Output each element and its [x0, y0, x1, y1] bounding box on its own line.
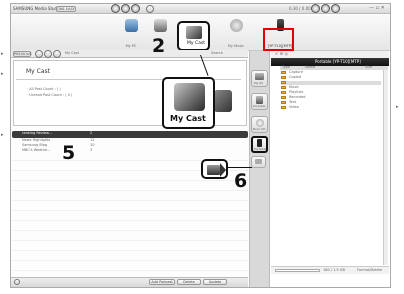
app-title: SAMSUNG Media Studio [13, 6, 61, 11]
transfer-icon [255, 159, 262, 164]
device-tab-highlight [263, 28, 294, 51]
device-title: Portable [YP-T10][MTP] [315, 59, 361, 64]
bottom-bar: Add Podcast Delete Update [11, 277, 248, 287]
sync-icon[interactable] [121, 4, 130, 13]
import-icon[interactable] [131, 4, 140, 13]
list-divider [12, 240, 248, 241]
folder-icon [281, 81, 286, 84]
unread-post-count: · Unread Post Count : ( 0 ) [27, 93, 73, 97]
list-divider [12, 270, 248, 271]
portable-icon [256, 96, 263, 104]
folder-row[interactable]: Video [281, 105, 381, 110]
list-divider [12, 190, 248, 191]
margin-mark: ▸ [1, 71, 4, 77]
side-item-burn-cd[interactable]: Burn CD [251, 116, 268, 133]
transfer-button[interactable] [251, 156, 266, 168]
tab-my-pc[interactable]: My PC [121, 19, 141, 49]
back-button[interactable]: PREVIOUS [13, 51, 32, 57]
my-cast-header: My Cast [26, 68, 50, 75]
margin-mark: ▸ [1, 132, 4, 138]
capacity-meter [275, 269, 320, 272]
minimize-list-icon[interactable] [14, 279, 20, 285]
cast-folder-large-icon [174, 83, 205, 111]
tab-my-album[interactable] [151, 19, 169, 32]
folder-icon [281, 106, 286, 109]
step-number-2: 2 [152, 35, 166, 57]
cd-icon [255, 119, 264, 127]
my-cast-callout-label: My Cast [170, 114, 206, 123]
music-icon [229, 19, 243, 32]
folder-icon [281, 86, 286, 89]
step-number-5: 5 [62, 142, 76, 164]
side-item-portable[interactable]: Portable [251, 93, 268, 110]
all-post-count: · All Post Count : ( ) [27, 87, 61, 91]
folder-icon [281, 71, 286, 74]
device-pill[interactable]: ONE EASY [56, 6, 76, 12]
step-number-6: 6 [234, 170, 248, 192]
folder-row[interactable]: Recorded [281, 95, 381, 100]
side-item-device[interactable]: Portable [251, 136, 268, 153]
feed-row-selected[interactable]: ranking Review... 2 [12, 131, 248, 138]
folder-icon [281, 101, 286, 104]
my-cast-callout: My Cast [162, 77, 215, 129]
device-meter: 0.30 / 0.00 [289, 6, 311, 11]
next-icon[interactable] [44, 50, 52, 58]
previous-icon[interactable] [35, 50, 43, 58]
margin-mark: ▸ [1, 51, 4, 57]
cast-icon [185, 26, 202, 39]
pc-icon [255, 73, 264, 80]
capacity-text: 180 / 1.9 GB [323, 268, 345, 272]
folder-row[interactable]: Copied [281, 75, 381, 80]
capacity-bar: 180 / 1.9 GB Format/Delete [271, 266, 389, 274]
monitor-icon [124, 19, 138, 32]
transfer-callout [201, 159, 228, 179]
list-divider [12, 230, 248, 231]
format-delete-button[interactable]: Format/Delete [357, 268, 382, 273]
folder-icon [281, 96, 286, 99]
play-icon[interactable] [321, 4, 330, 13]
cast-folder-icon [214, 90, 232, 112]
margin-mark: ▸ [396, 104, 399, 110]
location-text: My Cast [65, 51, 79, 55]
nav-search[interactable]: Search [211, 51, 223, 56]
refresh-icon[interactable] [53, 50, 61, 58]
device-nav-icons[interactable]: ✔ ⚙ ◎ [275, 52, 288, 56]
update-button[interactable]: Update [203, 279, 227, 285]
volume-down-icon[interactable] [311, 4, 320, 13]
add-podcast-button[interactable]: Add Podcast [149, 279, 175, 285]
title-bar: SAMSUNG Media Studio ONE EASY 0.30 / 0.0… [11, 4, 390, 14]
list-divider [12, 250, 248, 251]
device-icon [257, 139, 262, 147]
volume-up-icon[interactable] [331, 4, 340, 13]
folder-icon [281, 91, 286, 94]
list-divider [12, 220, 248, 221]
navigation-bar: PREVIOUS My Cast Search [11, 50, 248, 58]
list-divider [12, 200, 248, 201]
callout-connector [228, 167, 252, 168]
delete-button[interactable]: Delete [177, 279, 201, 285]
window-controls[interactable]: — ▫ ✕ [369, 6, 385, 11]
device-pane-toolbar: ✔ ⚙ ◎ [271, 51, 389, 58]
transfer-arrow-icon [207, 165, 220, 175]
home-icon[interactable] [111, 4, 120, 13]
arrow-head [220, 163, 226, 177]
folder-icon [281, 76, 286, 79]
tab-my-music[interactable]: My Music [227, 19, 245, 49]
side-item-my-pc[interactable]: My PC [251, 70, 268, 87]
album-icon [153, 19, 167, 32]
list-divider [12, 210, 248, 211]
help-icon[interactable] [146, 5, 154, 13]
feed-row[interactable]: MBC's Weathe... 3 [12, 148, 248, 154]
tab-my-cast[interactable]: My Cast [177, 21, 210, 51]
list-divider [12, 180, 248, 181]
list-divider [12, 260, 248, 261]
device-scrollbar[interactable] [383, 70, 388, 265]
